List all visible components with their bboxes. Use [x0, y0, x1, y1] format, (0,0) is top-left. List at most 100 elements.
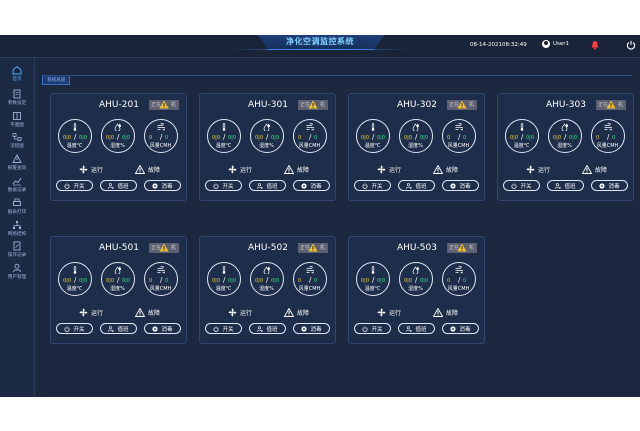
gauge-value: 0	[447, 135, 451, 141]
duty-button[interactable]: 值班	[100, 323, 137, 334]
disinfect-button-label: 消毒	[161, 183, 173, 190]
sidebar-item-4[interactable]: 报警查询	[0, 153, 34, 175]
humidity-icon	[412, 266, 419, 274]
run-indicator: 运行	[228, 165, 252, 174]
gauge-slash: /	[309, 133, 312, 141]
user-menu[interactable]: User1	[542, 40, 569, 48]
duty-button[interactable]: 值班	[249, 180, 286, 191]
disinfect-button[interactable]: 消毒	[144, 180, 181, 191]
power-button[interactable]: 开关	[354, 323, 391, 334]
mode-suffix: 机	[469, 102, 475, 108]
bell-icon[interactable]	[590, 40, 600, 50]
sidebar-item-0[interactable]: 首页	[0, 64, 34, 86]
power-icon	[362, 325, 368, 332]
mode-suffix: 机	[320, 245, 326, 251]
mode-badge: 正在机	[298, 100, 328, 110]
sidebar-item-3[interactable]: 流程图	[0, 131, 34, 153]
gauge-value: 0	[596, 135, 600, 141]
disinfect-button[interactable]: 消毒	[144, 323, 181, 334]
gauge-setpoint: 0|0	[420, 278, 429, 284]
duty-button[interactable]: 值班	[398, 180, 435, 191]
warning-icon	[457, 100, 467, 109]
air-gauge: 0/0 风量CMH	[591, 119, 625, 153]
unit-name: AHU-302	[397, 100, 437, 110]
disinfect-button[interactable]: 消毒	[442, 323, 479, 334]
disinfect-button[interactable]: 消毒	[591, 180, 628, 191]
air-gauge: 0/0 风量CMH	[293, 262, 327, 296]
fault-indicator: 故障	[582, 165, 607, 174]
user-duty-icon	[406, 182, 413, 189]
fan-icon	[79, 308, 88, 317]
unit-name: AHU-201	[99, 100, 139, 110]
sidebar-item-5[interactable]: 数据记录	[0, 175, 34, 197]
top-bar: 净化空调监控系统 08-14-2021 08:32:49 User1	[0, 35, 640, 58]
warning-icon	[308, 100, 318, 109]
power-button[interactable]: 开关	[56, 180, 93, 191]
wind-icon	[157, 266, 165, 274]
ahu-card: AHU-303 正在机 0|0/0|0 温度℃ 0|0/0|0 湿度% 0/0 风量CMH 运行…	[497, 93, 634, 201]
duty-button[interactable]: 值班	[249, 323, 286, 334]
run-indicator: 运行	[79, 308, 103, 317]
temp-gauge: 0|0/0|0 温度℃	[58, 262, 92, 296]
print-icon	[13, 198, 21, 206]
run-indicator: 运行	[526, 165, 550, 174]
humidity-icon	[114, 266, 121, 274]
power-button[interactable]: 开关	[205, 323, 242, 334]
wind-icon	[455, 266, 463, 274]
gauge-setpoint: 0	[165, 135, 169, 141]
duty-button[interactable]: 值班	[547, 180, 584, 191]
sidebar-item-1[interactable]: 参数设定	[0, 88, 34, 110]
fault-label: 故障	[595, 167, 608, 174]
gauge-value: 0	[298, 135, 302, 141]
disinfect-button[interactable]: 消毒	[442, 180, 479, 191]
temp-gauge: 0|0/0|0 温度℃	[207, 262, 241, 296]
gauge-setpoint: 0|0	[228, 135, 237, 141]
gauge-setpoint: 0	[314, 278, 318, 284]
hum-gauge: 0|0/0|0 湿度%	[101, 119, 135, 153]
sidebar-item-6[interactable]: 报表打印	[0, 197, 34, 219]
power-button[interactable]: 开关	[354, 180, 391, 191]
duty-button[interactable]: 值班	[100, 180, 137, 191]
power-button[interactable]: 开关	[56, 323, 93, 334]
page-title: 净化空调监控系统	[286, 37, 354, 46]
disinfect-button-label: 消毒	[459, 326, 471, 333]
thermometer-icon	[73, 266, 77, 274]
gauge-value: 0	[298, 278, 302, 284]
air-gauge: 0/0 风量CMH	[293, 119, 327, 153]
thermometer-icon	[371, 266, 375, 274]
mode-badge: 正在机	[596, 100, 626, 110]
power-button-label: 开关	[371, 326, 383, 333]
fault-label: 故障	[148, 167, 161, 174]
duty-button[interactable]: 值班	[398, 323, 435, 334]
tab-overview[interactable]: 系统总览	[42, 75, 71, 85]
user-duty-icon	[257, 182, 264, 189]
disinfect-button[interactable]: 消毒	[293, 323, 330, 334]
chart-icon	[12, 177, 22, 186]
power-icon[interactable]	[626, 40, 636, 50]
sidebar-item-9[interactable]: 用户管理	[0, 262, 34, 284]
gauge-slash: /	[160, 276, 163, 284]
gauge-value: 0|0	[404, 135, 413, 141]
fault-indicator: 故障	[433, 165, 458, 174]
sidebar-item-label: 参数设定	[7, 101, 27, 106]
power-button[interactable]: 开关	[503, 180, 540, 191]
wind-icon	[306, 266, 314, 274]
gauge-slash: /	[372, 133, 375, 141]
fault-label: 故障	[297, 167, 310, 174]
thermometer-icon	[520, 123, 524, 131]
sidebar-item-7[interactable]: 网络结构	[0, 219, 34, 241]
ahu-card: AHU-302 正在机 0|0/0|0 温度℃ 0|0/0|0 湿度% 0/0 风量CMH 运行…	[348, 93, 485, 201]
user-duty-icon	[406, 325, 413, 332]
disinfect-button[interactable]: 消毒	[293, 180, 330, 191]
gauge-slash: /	[266, 133, 269, 141]
sidebar-item-8[interactable]: 操作记录	[0, 240, 34, 262]
power-button[interactable]: 开关	[205, 180, 242, 191]
power-icon	[362, 182, 368, 189]
fan-icon	[377, 165, 386, 174]
disinfect-icon	[450, 182, 457, 189]
gauge-value: 0|0	[553, 135, 562, 141]
sidebar-item-2[interactable]: 平面图	[0, 110, 34, 132]
gauge-setpoint: 0	[165, 278, 169, 284]
gauge-slash: /	[74, 276, 77, 284]
fault-indicator: 故障	[433, 308, 458, 317]
